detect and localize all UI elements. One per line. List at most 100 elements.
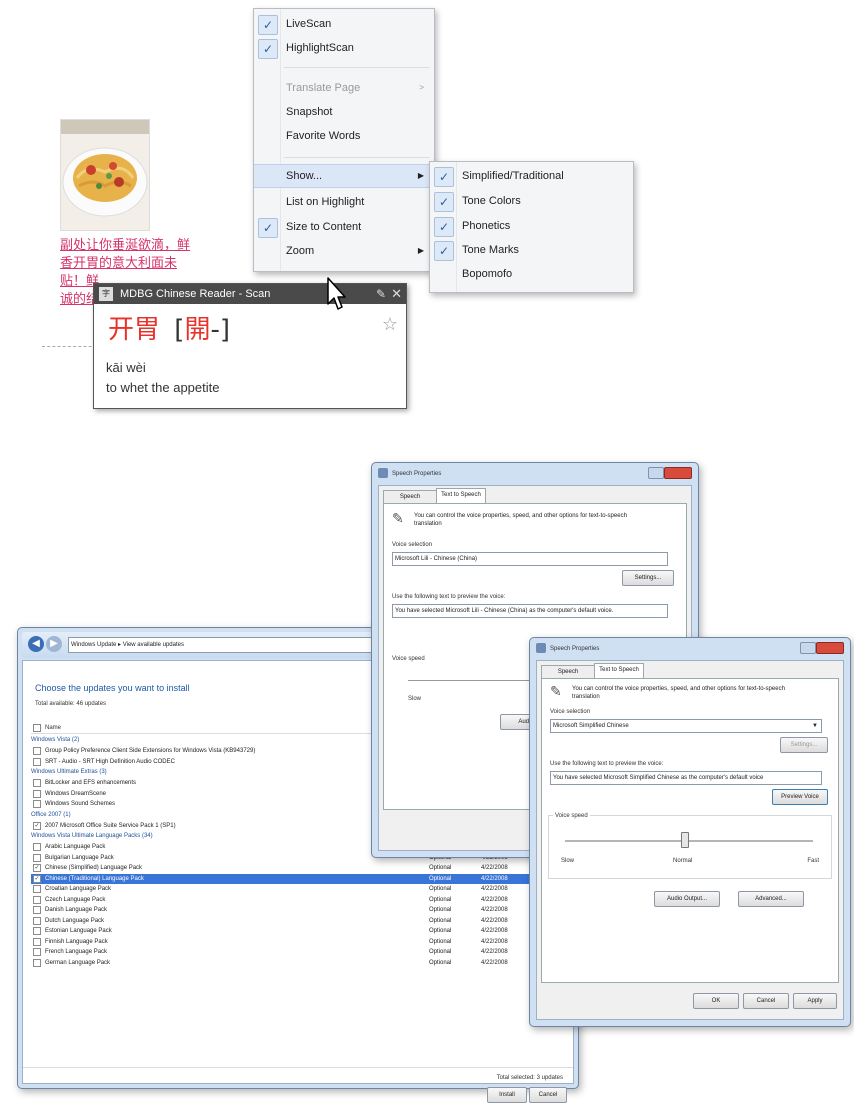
update-checkbox[interactable]: [33, 937, 41, 946]
preview-voice-button[interactable]: Preview Voice: [772, 789, 828, 805]
word-traditional[interactable]: 開: [184, 315, 210, 345]
update-checkbox[interactable]: ✓: [33, 864, 41, 872]
tab-speech-recognition[interactable]: Speech Recognition: [541, 665, 595, 688]
preview-label: Use the following text to preview the vo…: [550, 761, 664, 767]
update-checkbox[interactable]: [33, 779, 41, 787]
address-bar[interactable]: Windows Update ▸ View available updates: [68, 637, 392, 653]
check-icon: ✓: [258, 15, 278, 35]
article-line[interactable]: 副处让你垂涎欲滴，鲜: [60, 237, 220, 255]
preview-textbox[interactable]: You have selected Microsoft Simplified C…: [550, 771, 822, 785]
submenu-item-simplified-traditional[interactable]: ✓ Simplified/Traditional: [430, 165, 633, 187]
slow-label: Slow: [408, 696, 422, 702]
update-checkbox[interactable]: [33, 916, 41, 925]
close-icon[interactable]: ✕: [391, 284, 402, 304]
table-row[interactable]: ✓ Chinese (Traditional) Language Pack Opti…: [31, 873, 565, 884]
update-checkbox[interactable]: [33, 906, 41, 914]
breadcrumb-item[interactable]: View available updates: [123, 642, 184, 648]
menu-item-translate-page[interactable]: Translate Page >: [254, 77, 434, 99]
update-checkbox[interactable]: [33, 747, 41, 755]
help-button[interactable]: [800, 642, 816, 654]
popup-titlebar[interactable]: 字 MDBG Chinese Reader - Scan ✎ ✕: [94, 284, 406, 304]
ok-button[interactable]: OK: [693, 993, 739, 1009]
table-row[interactable]: Finnish Language Pack Optional 4/22/2008: [31, 937, 565, 947]
minimize-button[interactable]: [648, 467, 664, 479]
update-name: Croatian Language Pack: [45, 886, 112, 892]
submenu-item-bopomofo[interactable]: Bopomofo: [430, 263, 633, 285]
update-checkbox[interactable]: [33, 885, 41, 893]
update-checkbox[interactable]: [33, 757, 41, 766]
update-checkbox[interactable]: [33, 895, 41, 904]
update-checkbox[interactable]: [33, 948, 41, 956]
update-checkbox[interactable]: [33, 789, 41, 798]
settings-button[interactable]: Settings...: [622, 570, 674, 586]
star-icon[interactable]: ☆: [382, 314, 398, 335]
voice-select[interactable]: Microsoft Simplified Chinese ▼: [550, 719, 822, 733]
update-date: 4/22/2008: [481, 938, 508, 945]
cancel-button[interactable]: Cancel: [743, 993, 789, 1009]
settings-button: Settings...: [780, 737, 828, 753]
word-dash: -: [210, 315, 220, 345]
menu-item-label: Translate Page: [286, 82, 361, 94]
update-checkbox[interactable]: ✓: [33, 821, 41, 830]
submenu-item-tone-marks[interactable]: ✓ Tone Marks: [430, 239, 633, 261]
menu-item-label: Phonetics: [462, 220, 511, 232]
menu-item-favorite-words[interactable]: Favorite Words: [254, 125, 434, 147]
tab-speech-recognition[interactable]: Speech Recognition: [383, 490, 437, 513]
table-row[interactable]: Estonian Language Pack Optional 4/22/2008: [31, 926, 565, 936]
update-checkbox[interactable]: [33, 958, 41, 967]
speech-properties-front-window: Speech Properties Speech Recognition Tex…: [529, 637, 851, 1027]
voice-speed-label: Voice speed: [392, 656, 425, 662]
article-line[interactable]: 香开胃的意大利面未: [60, 255, 220, 273]
table-row[interactable]: German Language Pack Optional 4/22/2008: [31, 958, 565, 968]
speed-slider-thumb[interactable]: [681, 832, 689, 848]
menu-item-size-to-content[interactable]: ✓ Size to Content: [254, 216, 434, 238]
close-button[interactable]: [816, 642, 844, 654]
submenu-item-tone-colors[interactable]: ✓ Tone Colors: [430, 190, 633, 212]
forward-button[interactable]: ▶: [46, 636, 62, 652]
fast-label: Fast: [807, 858, 819, 864]
install-button[interactable]: Install: [487, 1087, 527, 1103]
menu-item-snapshot[interactable]: Snapshot: [254, 101, 434, 123]
menu-item-highlightscan[interactable]: ✓ HighlightScan: [254, 37, 434, 59]
select-all-checkbox[interactable]: [33, 724, 41, 732]
table-row[interactable]: Danish Language Pack Optional 4/22/2008: [31, 905, 565, 915]
update-checkbox[interactable]: [33, 800, 41, 808]
table-row[interactable]: French Language Pack Optional 4/22/2008: [31, 947, 565, 957]
audio-output-button[interactable]: Audio Output...: [654, 891, 720, 907]
menu-item-show[interactable]: Show... ▶: [254, 164, 434, 188]
menu-item-label: Size to Content: [286, 221, 362, 233]
submenu-item-phonetics[interactable]: ✓ Phonetics: [430, 215, 633, 237]
update-date: 4/22/2008: [481, 928, 508, 934]
mouse-cursor-icon: [327, 277, 346, 310]
update-checkbox[interactable]: [33, 927, 41, 935]
submenu-arrow-icon: >: [419, 83, 424, 92]
preview-textbox[interactable]: You have selected Microsoft Lili - Chine…: [392, 604, 668, 618]
pin-icon[interactable]: ✎: [376, 284, 386, 304]
speed-slider-track[interactable]: [565, 840, 813, 842]
breadcrumb-item[interactable]: Windows Update: [71, 642, 116, 648]
close-button[interactable]: [664, 467, 692, 479]
tab-text-to-speech[interactable]: Text to Speech: [436, 488, 486, 504]
update-name: Chinese (Simplified) Language Pack: [45, 865, 143, 871]
back-button[interactable]: ◀: [28, 636, 44, 652]
table-row[interactable]: Dutch Language Pack Optional 4/22/2008: [31, 916, 565, 926]
word-simplified[interactable]: 开胃: [108, 315, 160, 345]
menu-item-livescan[interactable]: ✓ LiveScan: [254, 13, 434, 35]
update-type: Optional: [429, 959, 452, 966]
table-row[interactable]: ✓ Chinese (Simplified) Language Pack Optio…: [31, 863, 565, 873]
menu-item-list-on-highlight[interactable]: List on Highlight: [254, 191, 434, 213]
tab-text-to-speech[interactable]: Text to Speech: [594, 663, 644, 679]
apply-button[interactable]: Apply: [793, 993, 837, 1009]
column-name-header[interactable]: Name: [45, 723, 61, 733]
update-checkbox[interactable]: [33, 843, 41, 851]
table-row[interactable]: Czech Language Pack Optional 4/22/2008: [31, 895, 565, 905]
update-checkbox[interactable]: [33, 853, 41, 862]
menu-item-zoom[interactable]: Zoom ▶: [254, 240, 434, 262]
table-row[interactable]: Croatian Language Pack Optional 4/22/2008: [31, 884, 565, 894]
update-name: BitLocker and EFS enhancements: [45, 780, 137, 786]
update-checkbox[interactable]: ✓: [33, 874, 41, 883]
cancel-button[interactable]: Cancel: [529, 1087, 567, 1103]
advanced-button[interactable]: Advanced...: [738, 891, 804, 907]
voice-select[interactable]: Microsoft Lili - Chinese (China): [392, 552, 668, 566]
menu-item-label: Zoom: [286, 245, 315, 257]
